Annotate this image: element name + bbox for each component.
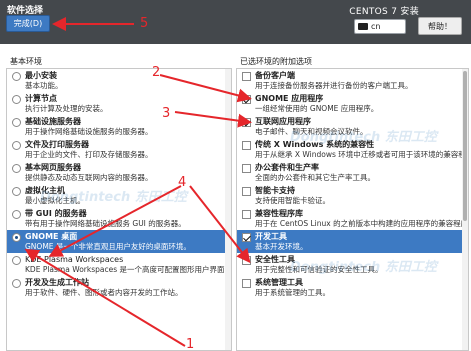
addon-name: 安全性工具 [255, 255, 295, 264]
addon-description: 基本开发环境。 [255, 242, 308, 251]
keyboard-icon [358, 23, 368, 30]
addon-item[interactable]: 兼容性程序库 用于在 CentOS Linux 的之前版本中构建的应用程序的兼容程… [237, 207, 468, 230]
addon-description: 用于系统管理的工具。 [255, 288, 330, 297]
environment-radio[interactable] [12, 118, 21, 127]
base-environment-heading: 基本环境 [10, 57, 42, 66]
addon-description: 用于在 CentOS Linux 的之前版本中构建的应用程序的兼容程序库。 [255, 219, 468, 228]
environment-description: 基本功能。 [25, 81, 63, 90]
addon-checkbox[interactable] [242, 118, 251, 127]
addon-name: GNOME 应用程序 [255, 94, 324, 103]
addon-description: 全面的办公套件和其它生产率工具。 [255, 173, 375, 182]
addon-checkbox[interactable] [242, 95, 251, 104]
environment-name: GNOME 桌面 [25, 232, 78, 241]
addons-heading: 已选环境的附加选项 [240, 57, 312, 66]
addon-name: 传统 X Windows 系统的兼容性 [255, 140, 375, 149]
environment-name: 开发及生成工作站 [25, 278, 89, 287]
addon-list: 备份客户端 用于连接备份服务器并进行备份的客户端工具。 GNOME 应用程序 一组经常… [236, 68, 469, 351]
addon-name: 系统管理工具 [255, 278, 303, 287]
addon-description: 一组经常使用的 GNOME 应用程序。 [255, 104, 379, 113]
environment-name: 计算节点 [25, 94, 57, 103]
base-environment-list: 最小安装 基本功能。 计算节点 执行计算及处理的安装。 基础设施服务器 用于操作网络基础设… [6, 68, 232, 351]
environment-name: 最小安装 [25, 71, 57, 80]
addon-checkbox[interactable] [242, 187, 251, 196]
environment-radio[interactable] [12, 279, 21, 288]
right-scrollbar-thumb[interactable] [463, 71, 467, 221]
environment-item[interactable]: 计算节点 执行计算及处理的安装。 [7, 92, 231, 115]
installer-title: CENTOS 7 安装 [349, 7, 419, 17]
addon-description: 用于完整性和可信验证的安全性工具。 [255, 265, 383, 274]
environment-description: 最小虚拟化主机。 [25, 196, 85, 205]
addon-checkbox[interactable] [242, 72, 251, 81]
addon-description: 支持使用智能卡验证。 [255, 196, 330, 205]
environment-name: 文件及打印服务器 [25, 140, 89, 149]
keyboard-layout-indicator[interactable]: cn [354, 19, 406, 34]
header-bar: 软件选择 完成(D) CENTOS 7 安装 cn 帮助！ [0, 0, 471, 44]
environment-radio[interactable] [12, 164, 21, 173]
environment-radio[interactable] [12, 72, 21, 81]
environment-radio[interactable] [12, 95, 21, 104]
addon-item[interactable]: 办公套件和生产率 全面的办公套件和其它生产率工具。 [237, 161, 468, 184]
environment-item[interactable]: 基本网页服务器 提供静态及动态互联网内容的服务器。 [7, 161, 231, 184]
environment-description: KDE Plasma Workspaces 是一个高度可配置图形用户界面，其中包… [25, 265, 231, 274]
addon-checkbox[interactable] [242, 164, 251, 173]
environment-item[interactable]: 虚拟化主机 最小虚拟化主机。 [7, 184, 231, 207]
left-scrollbar[interactable] [225, 69, 231, 350]
help-button[interactable]: 帮助！ [418, 17, 462, 35]
addon-name: 办公套件和生产率 [255, 163, 319, 172]
environment-item[interactable]: 最小安装 基本功能。 [7, 69, 231, 92]
environment-radio[interactable] [12, 233, 21, 242]
environment-description: 带有用于操作网络基础设施服务 GUI 的服务器。 [25, 219, 186, 228]
addon-item[interactable]: GNOME 应用程序 一组经常使用的 GNOME 应用程序。 [237, 92, 468, 115]
addon-name: 互联网应用程序 [255, 117, 311, 126]
addon-item[interactable]: 备份客户端 用于连接备份服务器并进行备份的客户端工具。 [237, 69, 468, 92]
environment-name: 带 GUI 的服务器 [25, 209, 87, 218]
addon-name: 开发工具 [255, 232, 287, 241]
addon-description: 用于从继承 X Windows 环境中迁移或者可用于该环境的兼容程序。 [255, 150, 468, 159]
environment-description: 提供静态及动态互联网内容的服务器。 [25, 173, 153, 182]
addon-item[interactable]: 智能卡支持 支持使用智能卡验证。 [237, 184, 468, 207]
environment-radio[interactable] [12, 187, 21, 196]
addon-name: 兼容性程序库 [255, 209, 303, 218]
environment-name: 虚拟化主机 [25, 186, 65, 195]
right-scrollbar[interactable] [462, 69, 468, 350]
addon-description: 用于连接备份服务器并进行备份的客户端工具。 [255, 81, 413, 90]
addon-item[interactable]: 安全性工具 用于完整性和可信验证的安全性工具。 [237, 253, 468, 276]
environment-item[interactable]: 基础设施服务器 用于操作网络基础设施服务的服务器。 [7, 115, 231, 138]
environment-item[interactable]: 带 GUI 的服务器 带有用于操作网络基础设施服务 GUI 的服务器。 [7, 207, 231, 230]
environment-description: 用于企业的文件、打印及存储服务器。 [25, 150, 153, 159]
environment-radio[interactable] [12, 210, 21, 219]
environment-item[interactable]: KDE Plasma Workspaces KDE Plasma Workspac… [7, 253, 231, 276]
environment-name: KDE Plasma Workspaces [25, 255, 124, 264]
addon-item[interactable]: 系统管理工具 用于系统管理的工具。 [237, 276, 468, 299]
environment-description: 用于操作网络基础设施服务的服务器。 [25, 127, 153, 136]
environment-description: GNOME 是一个非常直观且用户友好的桌面环境。 [25, 242, 191, 251]
environment-name: 基础设施服务器 [25, 117, 81, 126]
addon-description: 电子邮件、聊天和视频会议软件。 [255, 127, 368, 136]
addon-checkbox[interactable] [242, 141, 251, 150]
addon-checkbox[interactable] [242, 256, 251, 265]
environment-item[interactable]: 开发及生成工作站 用于软件、硬件、图形或者内容开发的工作站。 [7, 276, 231, 299]
environment-radio[interactable] [12, 256, 21, 265]
addon-checkbox[interactable] [242, 210, 251, 219]
addon-checkbox[interactable] [242, 233, 251, 242]
environment-description: 执行计算及处理的安装。 [25, 104, 108, 113]
environment-name: 基本网页服务器 [25, 163, 81, 172]
addon-name: 备份客户端 [255, 71, 295, 80]
environment-radio[interactable] [12, 141, 21, 150]
environment-description: 用于软件、硬件、图形或者内容开发的工作站。 [25, 288, 183, 297]
keyboard-layout-label: cn [371, 22, 381, 31]
addon-item[interactable]: 互联网应用程序 电子邮件、聊天和视频会议软件。 [237, 115, 468, 138]
addon-item[interactable]: 开发工具 基本开发环境。 [237, 230, 468, 253]
addon-checkbox[interactable] [242, 279, 251, 288]
addon-name: 智能卡支持 [255, 186, 295, 195]
done-button[interactable]: 完成(D) [6, 15, 50, 32]
addon-item[interactable]: 传统 X Windows 系统的兼容性 用于从继承 X Windows 环境中迁移… [237, 138, 468, 161]
environment-item[interactable]: 文件及打印服务器 用于企业的文件、打印及存储服务器。 [7, 138, 231, 161]
environment-item[interactable]: GNOME 桌面 GNOME 是一个非常直观且用户友好的桌面环境。 [7, 230, 231, 253]
